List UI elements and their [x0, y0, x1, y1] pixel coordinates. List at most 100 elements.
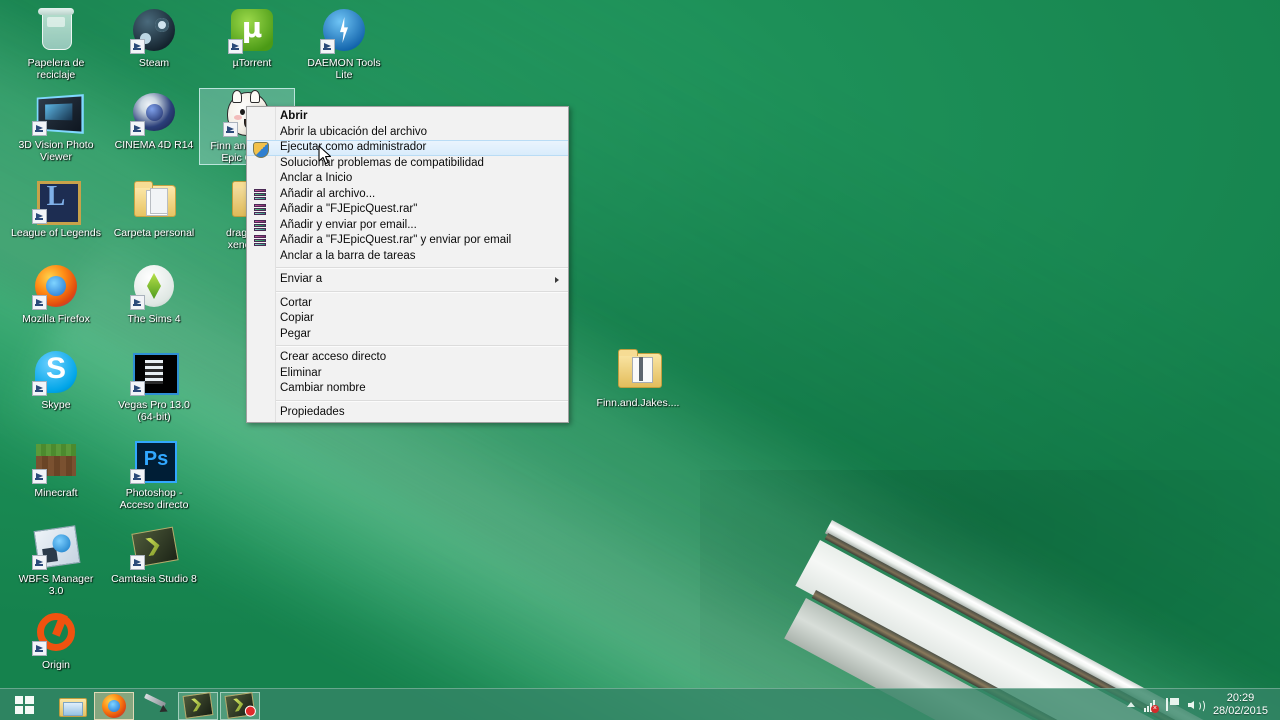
submenu-chevron-right-icon	[555, 277, 559, 283]
context-menu-item[interactable]: Propiedades	[247, 405, 568, 421]
shortcut-arrow-icon	[32, 209, 47, 224]
taskbar-button-camrec[interactable]	[220, 691, 260, 720]
taskbar[interactable]: × 20:29 28/02/2015	[0, 688, 1280, 720]
volume-speaker-icon[interactable]	[1187, 697, 1205, 713]
carpeta-icon-art	[134, 181, 176, 217]
desktop-icon-photoshop[interactable]: Photoshop - Acceso directo	[106, 436, 202, 511]
desktop-icon-label: Papelera de reciclaje	[27, 57, 85, 81]
desktop-icon-papelera[interactable]: Papelera de reciclaje	[8, 6, 104, 81]
context-menu-item[interactable]: Cambiar nombre	[247, 381, 568, 397]
desktop-icon-utorrent[interactable]: µTorrent	[204, 6, 300, 69]
desktop-icon-label: Photoshop - Acceso directo	[119, 487, 189, 511]
context-menu-item[interactable]: Añadir y enviar por email...	[247, 218, 568, 234]
desktop[interactable]: Papelera de reciclaje Steam µTorrent DAEMON…	[0, 0, 1280, 720]
network-error-badge: ×	[1150, 704, 1159, 713]
sims4-icon	[130, 262, 178, 310]
clock[interactable]: 20:29 28/02/2015	[1209, 692, 1274, 718]
finn-face-part	[240, 109, 245, 115]
camtasia-icon	[130, 522, 179, 570]
show-hidden-icons-chevron[interactable]	[1126, 702, 1135, 707]
daemon-icon	[320, 6, 368, 54]
context-menu[interactable]: Abrir Abrir la ubicación del archivo Ejecu…	[246, 106, 569, 423]
context-menu-item-label: Enviar a	[280, 273, 323, 285]
context-menu-item[interactable]: Abrir la ubicación del archivo	[247, 125, 568, 141]
desktop-icon-finnjakes[interactable]: Finn.and.Jakes....	[590, 346, 686, 409]
folder-document	[150, 188, 168, 214]
snipping-tool-icon	[142, 692, 170, 718]
context-menu-item[interactable]: Añadir al archivo...	[247, 187, 568, 203]
shortcut-arrow-icon	[130, 121, 145, 136]
context-menu-item[interactable]: Anclar a Inicio	[247, 171, 568, 187]
mozilla-firefox-icon	[102, 693, 126, 718]
context-menu-item[interactable]: Anclar a la barra de tareas	[247, 249, 568, 265]
desktop-icon-vegas[interactable]: Vegas Pro 13.0 (64-bit)	[106, 348, 202, 423]
system-tray[interactable]: × 20:29 28/02/2015	[1126, 689, 1280, 720]
shortcut-arrow-icon	[32, 381, 47, 396]
context-menu-item[interactable]: Solucionar problemas de compatibilidad	[247, 156, 568, 172]
windows-logo-icon	[14, 695, 34, 714]
context-menu-item-label: Ejecutar como administrador	[280, 141, 427, 153]
camtasia-recorder-icon	[224, 692, 257, 719]
desktop-icon-label: WBFS Manager 3.0	[18, 573, 94, 597]
shortcut-arrow-icon	[32, 641, 47, 656]
action-center-flag-icon[interactable]	[1165, 697, 1181, 713]
context-menu-item[interactable]: Eliminar	[247, 366, 568, 382]
desktop-icon-wbfs[interactable]: WBFS Manager 3.0	[8, 522, 104, 597]
winrar-books-icon	[253, 234, 267, 248]
context-menu-item[interactable]: Pegar	[247, 327, 568, 343]
desktop-icon-label: Vegas Pro 13.0 (64-bit)	[118, 399, 190, 423]
desktop-icon-cinema4d[interactable]: CINEMA 4D R14	[106, 88, 202, 151]
desktop-icon-label: Camtasia Studio 8	[111, 573, 197, 585]
context-menu-item[interactable]: Copiar	[247, 311, 568, 327]
record-indicator-icon	[244, 704, 257, 718]
taskbar-buttons	[48, 689, 260, 720]
context-menu-item[interactable]: Ejecutar como administrador	[247, 140, 568, 158]
desktop-icon-daemon[interactable]: DAEMON Tools Lite	[296, 6, 392, 81]
finn-hat-ear	[250, 90, 260, 103]
context-menu-item[interactable]: Añadir a "FJEpicQuest.rar" y enviar por …	[247, 233, 568, 249]
desktop-icon-firefox[interactable]: Mozilla Firefox	[8, 262, 104, 325]
context-menu-item[interactable]: Enviar a	[247, 272, 568, 288]
minecraft-icon	[32, 436, 80, 484]
desktop-icon-3dvision[interactable]: 3D Vision Photo Viewer	[8, 88, 104, 163]
desktop-icon-lol[interactable]: League of Legends	[8, 176, 104, 239]
desktop-icon-sims4[interactable]: The Sims 4	[106, 262, 202, 325]
desktop-icon-label: Skype	[41, 399, 71, 411]
context-menu-separator	[248, 399, 568, 402]
start-button[interactable]	[0, 689, 48, 720]
3dvision-icon	[32, 88, 84, 136]
taskbar-button-firefox[interactable]	[94, 691, 134, 720]
desktop-icon-label: µTorrent	[232, 57, 272, 69]
network-icon-disconnected[interactable]: ×	[1143, 697, 1159, 713]
cinema4d-icon	[130, 88, 178, 136]
finnjakes-icon	[614, 346, 662, 394]
context-menu-item-label: Cambiar nombre	[280, 382, 366, 394]
context-menu-item-label: Copiar	[280, 312, 314, 324]
desktop-icon-camtasia[interactable]: Camtasia Studio 8	[106, 522, 202, 585]
desktop-icon-carpeta[interactable]: Carpeta personal	[106, 176, 202, 239]
winrar-books-icon	[253, 188, 267, 202]
papelera-icon	[32, 6, 80, 54]
desktop-icon-label: DAEMON Tools Lite	[307, 57, 381, 81]
shortcut-arrow-icon	[130, 469, 145, 484]
context-menu-item[interactable]: Abrir	[247, 109, 568, 125]
context-menu-item[interactable]: Cortar	[247, 296, 568, 312]
desktop-icon-steam[interactable]: Steam	[106, 6, 202, 69]
clock-time: 20:29	[1226, 691, 1255, 704]
taskbar-button-explorer[interactable]	[52, 692, 92, 720]
desktop-icon-skype[interactable]: Skype	[8, 348, 104, 411]
steam-icon	[130, 6, 178, 54]
context-menu-item[interactable]: Crear acceso directo	[247, 350, 568, 366]
shortcut-arrow-icon	[130, 39, 145, 54]
taskbar-button-snip[interactable]	[136, 692, 176, 720]
context-menu-item-label: Anclar a Inicio	[280, 172, 353, 184]
folder-content	[639, 357, 643, 381]
desktop-icon-label: The Sims 4	[127, 313, 181, 325]
context-menu-item[interactable]: Añadir a "FJEpicQuest.rar"	[247, 202, 568, 218]
desktop-icon-minecraft[interactable]: Minecraft	[8, 436, 104, 499]
context-menu-item-label: Añadir a "FJEpicQuest.rar"	[280, 203, 418, 215]
winrar-books-icon	[253, 219, 267, 233]
taskbar-button-camtasia[interactable]	[178, 691, 218, 720]
desktop-icon-origin[interactable]: Origin	[8, 608, 104, 671]
desktop-icon-label: Origin	[41, 659, 70, 671]
